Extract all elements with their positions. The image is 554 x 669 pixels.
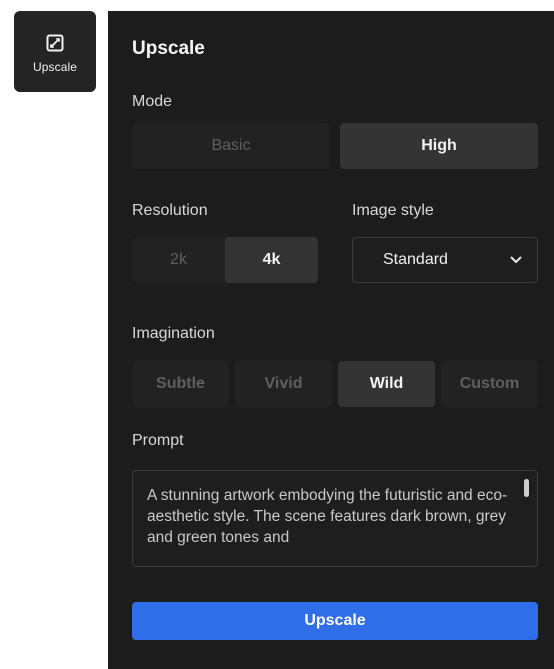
prompt-textarea[interactable]: A stunning artwork embodying the futuris… [132, 470, 538, 567]
panel-title: Upscale [132, 38, 205, 59]
imagination-option-custom[interactable]: Custom [441, 361, 538, 407]
resolution-label: Resolution [132, 202, 208, 219]
prompt-text: A stunning artwork embodying the futuris… [147, 487, 508, 546]
imagination-label: Imagination [132, 325, 215, 342]
mode-option-basic[interactable]: Basic [132, 123, 330, 169]
chevron-down-icon [509, 253, 523, 267]
mode-label: Mode [132, 93, 173, 110]
mode-segmented-control: Basic High [132, 123, 538, 169]
expand-icon [44, 32, 66, 54]
upscale-tool-button[interactable]: Upscale [14, 11, 96, 92]
imagination-option-subtle[interactable]: Subtle [132, 361, 229, 407]
image-style-value: Standard [383, 251, 448, 268]
imagination-option-vivid[interactable]: Vivid [235, 361, 332, 407]
resolution-option-4k[interactable]: 4k [225, 237, 318, 283]
mode-option-high[interactable]: High [340, 123, 538, 169]
image-style-select[interactable]: Standard [352, 237, 538, 283]
resolution-option-2k[interactable]: 2k [132, 237, 225, 283]
imagination-option-wild[interactable]: Wild [338, 361, 435, 407]
prompt-scrollbar[interactable] [524, 479, 529, 497]
tool-button-label: Upscale [32, 59, 78, 74]
upscale-submit-button[interactable]: Upscale [132, 602, 538, 640]
upscale-panel: Upscale Mode Basic High Resolution 2k 4k… [108, 11, 554, 669]
prompt-label: Prompt [132, 432, 184, 449]
imagination-segmented-control: Subtle Vivid Wild Custom [132, 361, 538, 407]
resolution-segmented-control: 2k 4k [132, 237, 318, 283]
image-style-label: Image style [352, 202, 434, 219]
